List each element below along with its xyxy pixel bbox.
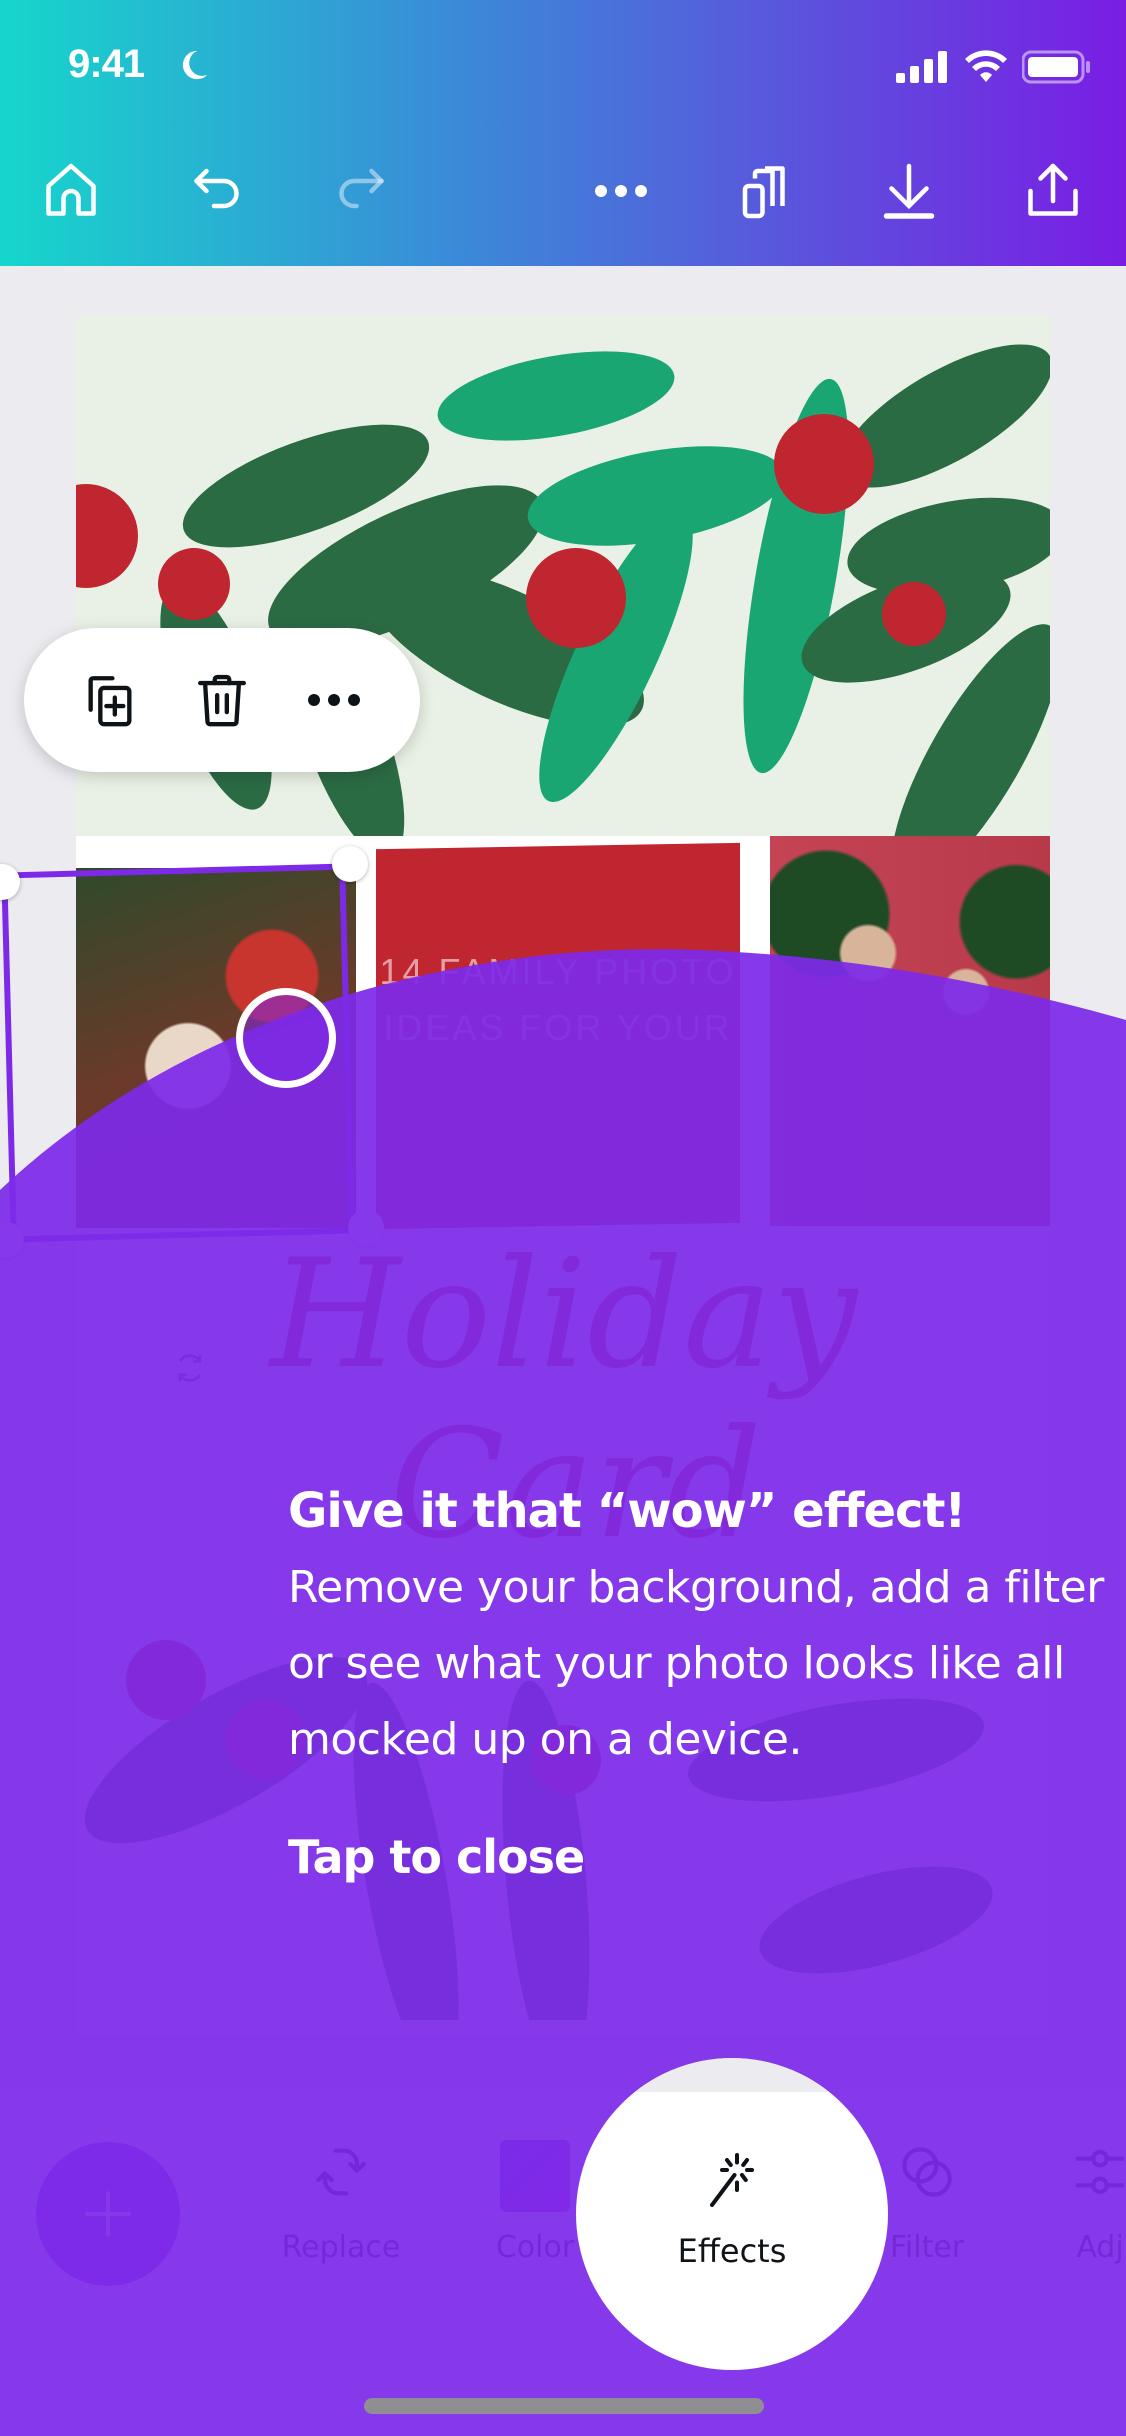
- resize-handle[interactable]: [348, 1210, 384, 1246]
- tool-label: Color: [495, 2230, 575, 2265]
- home-indicator[interactable]: [364, 2398, 764, 2414]
- tap-to-close-button[interactable]: Tap to close: [288, 1822, 1108, 1892]
- pages-icon: [742, 166, 785, 219]
- tool-adjust[interactable]: Adj: [1040, 2140, 1126, 2280]
- redo-button[interactable]: [326, 158, 392, 224]
- tooltip-title: Give it that “wow” effect!: [288, 1483, 966, 1539]
- more-icon: [595, 185, 647, 197]
- header: 9:41: [0, 0, 1126, 266]
- home-icon: [46, 163, 96, 216]
- pages-button[interactable]: [732, 158, 798, 224]
- trash-icon: [198, 674, 246, 727]
- tool-label: Adj: [1076, 2230, 1124, 2265]
- onboarding-tooltip[interactable]: Give it that “wow” effect! Remove your b…: [288, 1476, 1108, 1892]
- plus-icon: [85, 2191, 131, 2237]
- berry: [774, 414, 874, 514]
- tool-label: Filter: [889, 2230, 965, 2265]
- berry: [526, 548, 626, 648]
- berry: [882, 582, 946, 646]
- leaf: [437, 351, 675, 441]
- canva-editor: 9:41 14 FAMILY PHOTO IDEAS FOR YOUR Holi…: [0, 0, 1126, 2436]
- more-options-button[interactable]: [302, 668, 366, 732]
- delete-button[interactable]: [190, 668, 254, 732]
- effects-label: Effects: [677, 2232, 787, 2270]
- tool-label: Replace: [281, 2230, 401, 2265]
- family-door-photo[interactable]: [770, 836, 1050, 1226]
- wifi-icon: [965, 50, 1007, 82]
- download-button[interactable]: [876, 158, 942, 224]
- sliders-icon: [1076, 2149, 1124, 2195]
- magic-wand-icon: [710, 2153, 754, 2207]
- share-icon: [1028, 163, 1078, 216]
- berry: [126, 1640, 206, 1720]
- share-button[interactable]: [1020, 158, 1086, 224]
- title-line-1: Holiday: [270, 1228, 858, 1402]
- tool-replace[interactable]: Replace: [266, 2140, 416, 2280]
- status-time: 9:41: [68, 42, 145, 86]
- home-button[interactable]: [38, 158, 104, 224]
- more-icon: [308, 694, 360, 706]
- tile-text: 14 FAMILY PHOTO IDEAS FOR YOUR: [379, 951, 737, 1048]
- replace-icon: [316, 2148, 366, 2196]
- photo-focus-ring: [236, 988, 336, 1088]
- element-context-menu: [24, 628, 420, 772]
- duplicate-button[interactable]: [78, 668, 142, 732]
- berry: [76, 484, 138, 588]
- download-icon: [883, 163, 935, 219]
- duplicate-icon: [88, 676, 132, 727]
- redo-icon: [339, 168, 384, 209]
- add-element-button[interactable]: [36, 2142, 180, 2286]
- effects-spotlight[interactable]: Effects: [576, 2058, 888, 2370]
- rotate-button[interactable]: [152, 1330, 228, 1406]
- more-button[interactable]: [588, 158, 654, 224]
- resize-handle[interactable]: [332, 846, 368, 882]
- berry: [158, 548, 230, 620]
- filter-icon: [902, 2147, 952, 2197]
- undo-icon: [194, 168, 239, 209]
- toolbar-top-edge: [576, 2058, 888, 2092]
- undo-button[interactable]: [186, 158, 252, 224]
- battery-icon: [1022, 50, 1090, 84]
- color-swatch-icon: [500, 2140, 570, 2212]
- signal-icon: [896, 51, 947, 83]
- tooltip-body: Remove your background, add a filter or …: [288, 1562, 1104, 1765]
- rotate-icon: [178, 1354, 202, 1382]
- status-indicators: [896, 50, 1092, 84]
- moon-icon: [182, 50, 208, 80]
